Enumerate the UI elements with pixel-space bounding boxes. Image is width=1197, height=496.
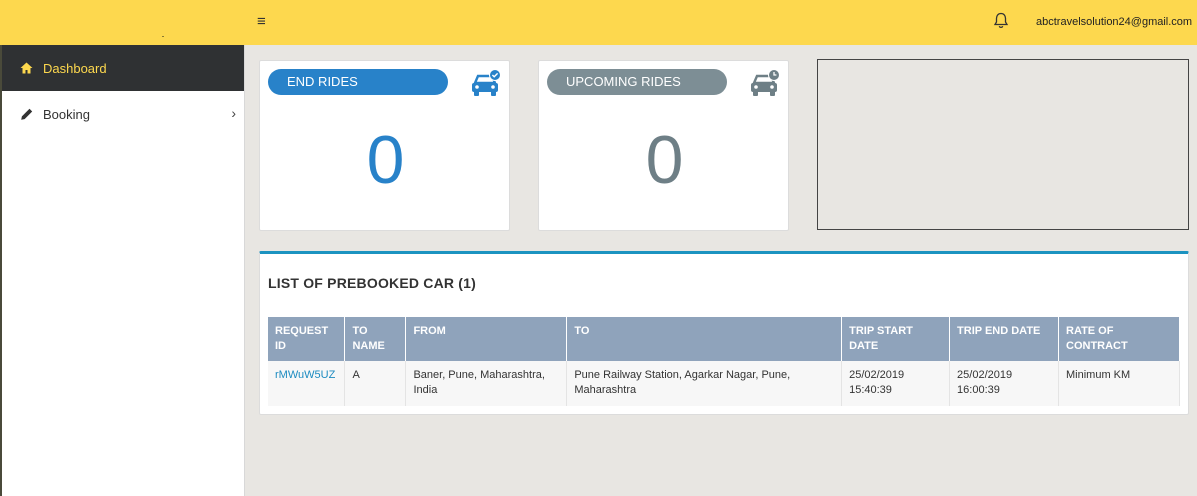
- sidebar: Dashboard Booking ›: [2, 45, 245, 496]
- request-id-link[interactable]: rMWuW5UZ: [275, 369, 335, 381]
- cell-to-name: A: [344, 361, 407, 406]
- bell-icon[interactable]: [993, 12, 1009, 30]
- upcoming-rides-card: UPCOMING RIDES 0: [538, 60, 789, 231]
- end-rides-card: END RIDES 0: [259, 60, 510, 231]
- end-rides-label: END RIDES: [268, 69, 448, 95]
- upcoming-rides-label: UPCOMING RIDES: [547, 69, 727, 95]
- user-email[interactable]: abctravelsolution24@gmail.com: [1036, 16, 1192, 28]
- end-rides-count: 0: [366, 122, 405, 198]
- prebooked-panel: LIST OF PREBOOKED CAR (1) REQUEST ID TO NA…: [259, 251, 1189, 415]
- chevron-right-icon: ›: [231, 105, 236, 121]
- prebooked-table: REQUEST ID TO NAME FROM TO TRIP START DATE …: [268, 317, 1180, 406]
- column-header-to-name[interactable]: TO NAME: [344, 317, 407, 361]
- home-icon: [18, 62, 34, 74]
- hamburger-icon[interactable]: ≡: [257, 13, 266, 30]
- cell-request-id: rMWuW5UZ: [268, 361, 346, 406]
- panel-title: LIST OF PREBOOKED CAR (1): [268, 275, 477, 291]
- cell-to: Pune Railway Station, Agarkar Nagar, Pun…: [566, 361, 843, 406]
- cell-rate-of-contract: Minimum KM: [1058, 361, 1180, 406]
- top-navbar: ≡ abctravelsolution24@gmail.com: [0, 0, 1197, 45]
- column-header-from[interactable]: FROM: [405, 317, 568, 361]
- column-header-request-id[interactable]: REQUEST ID: [268, 317, 346, 361]
- car-check-icon: [472, 69, 501, 96]
- cell-trip-start-date: 25/02/2019 15:40:39: [841, 361, 951, 406]
- sidebar-item-label: Booking: [43, 106, 90, 122]
- sidebar-item-dashboard[interactable]: Dashboard: [2, 45, 244, 91]
- column-header-rate-of-contract[interactable]: RATE OF CONTRACT: [1058, 317, 1180, 361]
- cell-trip-end-date: 25/02/2019 16:00:39: [949, 361, 1059, 406]
- column-header-trip-start-date[interactable]: TRIP START DATE: [841, 317, 951, 361]
- column-header-to[interactable]: TO: [566, 317, 843, 361]
- cell-from: Baner, Pune, Maharashtra, India: [405, 361, 568, 406]
- sidebar-item-booking[interactable]: Booking ›: [2, 91, 244, 137]
- upcoming-rides-count: 0: [645, 122, 684, 198]
- sidebar-item-label: Dashboard: [43, 60, 107, 76]
- table-header-row: REQUEST ID TO NAME FROM TO TRIP START DATE …: [268, 317, 1180, 361]
- table-row: rMWuW5UZ A Baner, Pune, Maharashtra, Indi…: [268, 361, 1180, 406]
- pencil-icon: [18, 108, 34, 121]
- empty-panel: [817, 59, 1189, 230]
- car-clock-icon: [751, 69, 780, 96]
- brand-mark: [162, 36, 164, 37]
- column-header-trip-end-date[interactable]: TRIP END DATE: [949, 317, 1059, 361]
